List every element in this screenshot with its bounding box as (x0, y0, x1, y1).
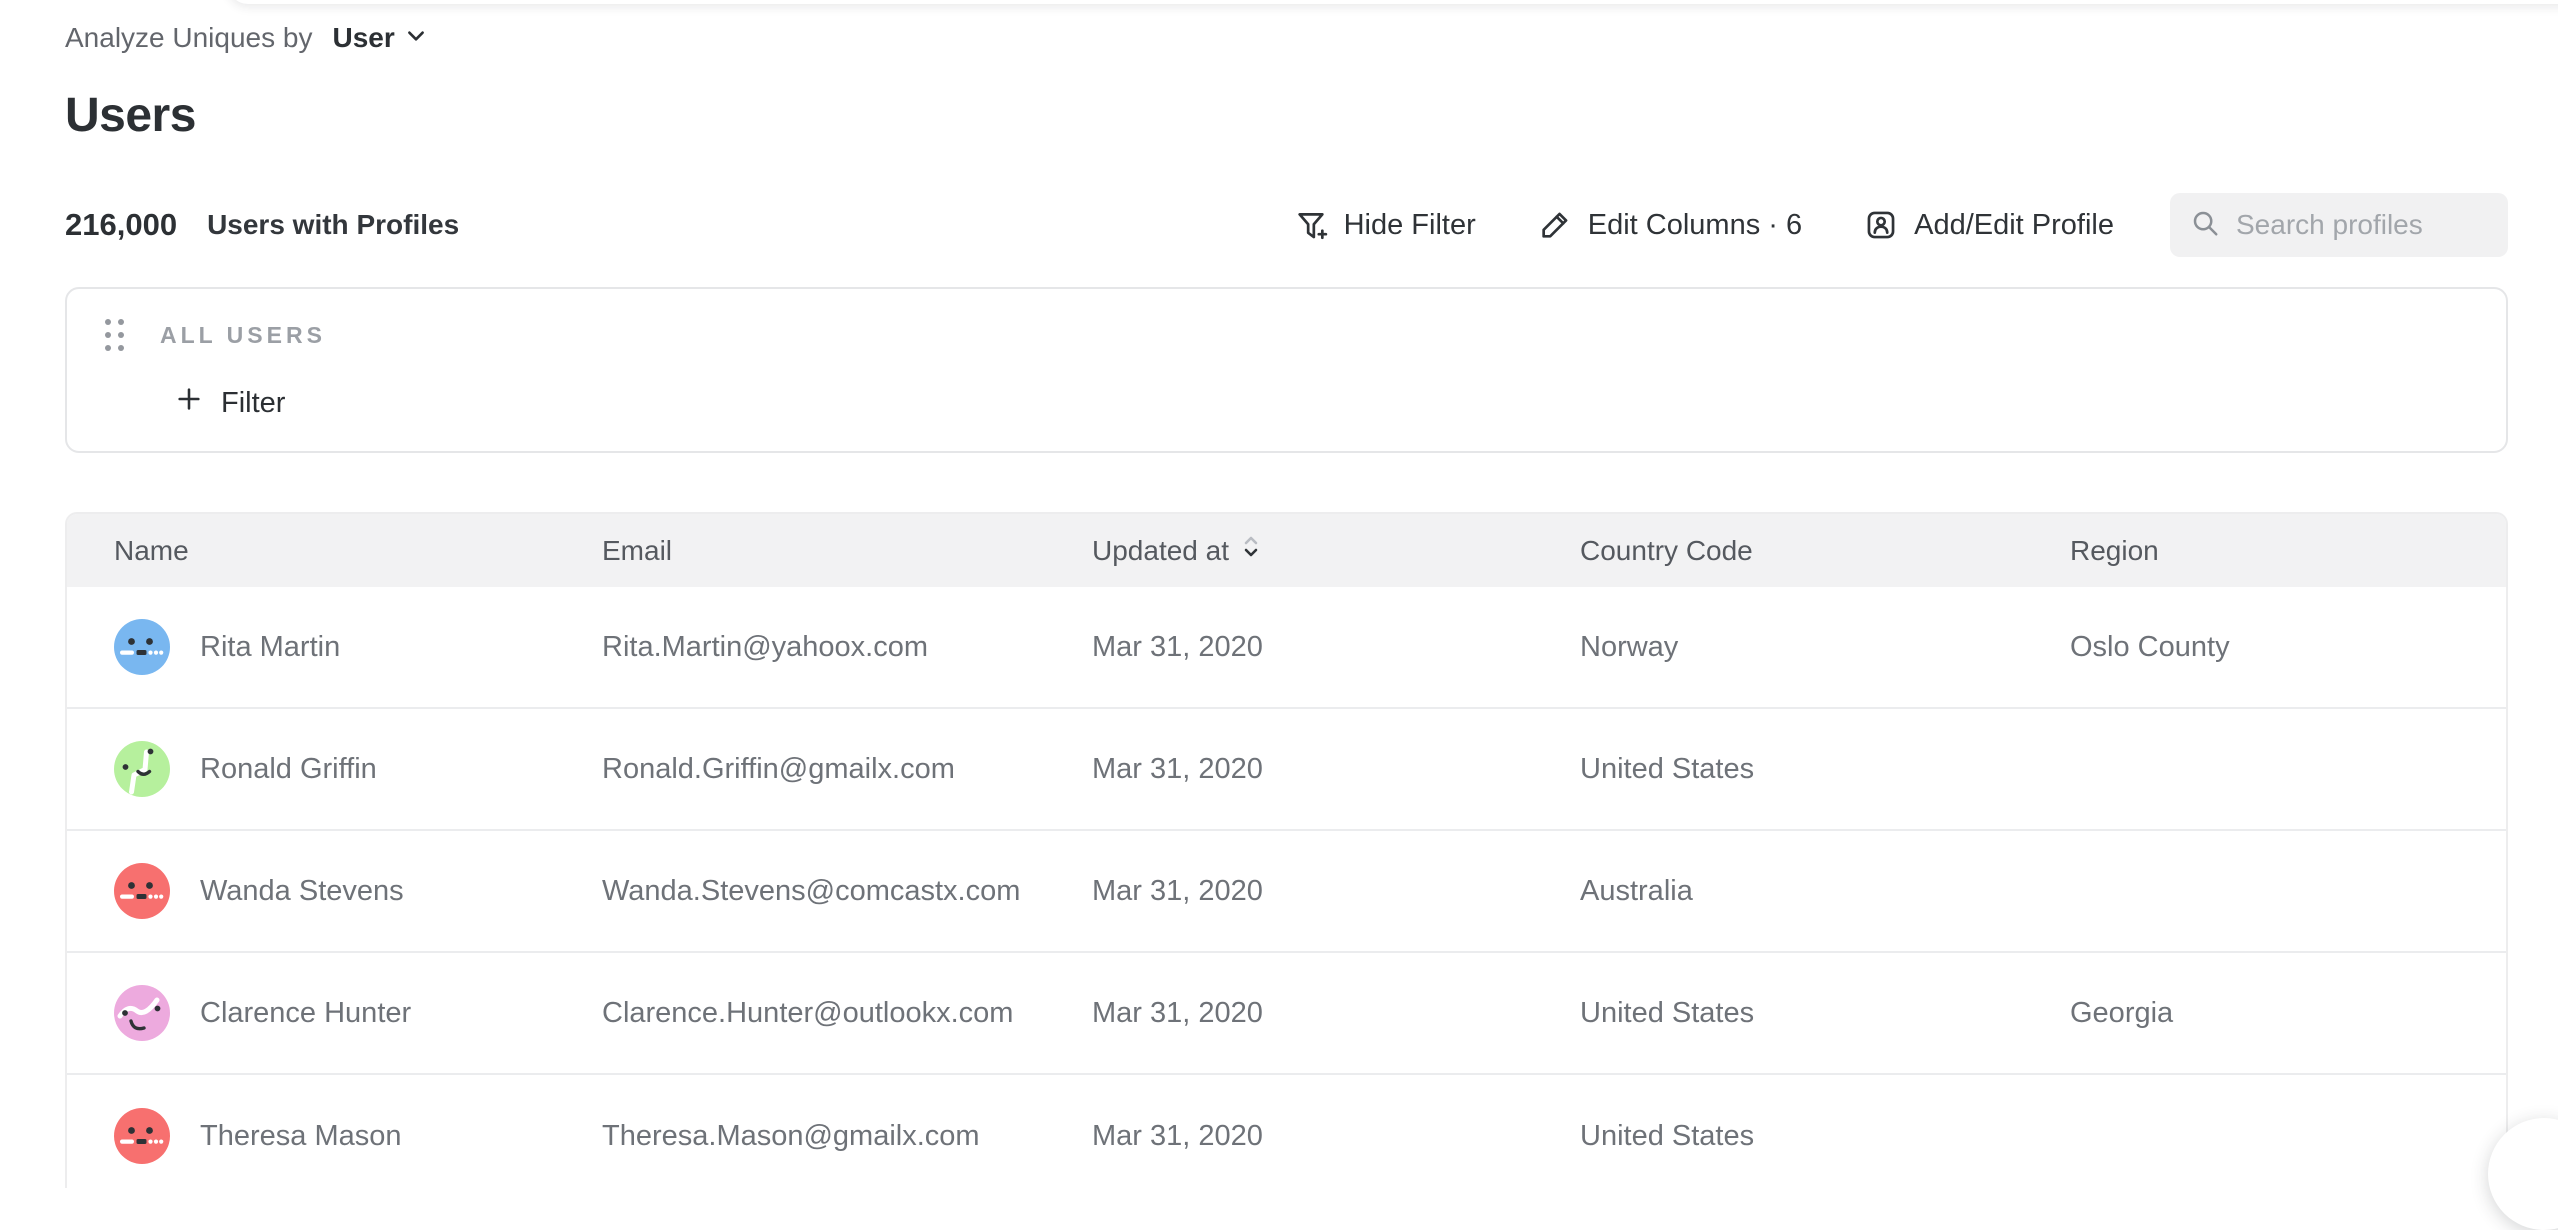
search-profiles-box[interactable] (2170, 193, 2508, 257)
user-avatar (114, 741, 170, 797)
table-header: Name Email Updated at Country Code Regio… (67, 514, 2506, 587)
cell-country-code: United States (1580, 997, 2070, 1030)
add-edit-profile-button[interactable]: Add/Edit Profile (1864, 208, 2114, 242)
cell-email: Ronald.Griffin@gmailx.com (602, 753, 1092, 786)
user-avatar (114, 863, 170, 919)
pencil-icon (1538, 208, 1572, 242)
table-row[interactable]: Ronald Griffin Ronald.Griffin@gmailx.com… (67, 709, 2506, 831)
users-page: Analyze Uniques by User Users 216,000 Us… (0, 0, 2558, 1184)
profiles-count-label: Users with Profiles (207, 209, 459, 241)
user-avatar (114, 1108, 170, 1164)
table-row[interactable]: Clarence Hunter Clarence.Hunter@outlookx… (67, 953, 2506, 1075)
page-title: Users (65, 88, 196, 143)
plus-icon (175, 385, 203, 421)
column-header-email[interactable]: Email (602, 535, 1092, 567)
cell-updated-at: Mar 31, 2020 (1092, 875, 1580, 908)
cell-name: Clarence Hunter (67, 985, 602, 1041)
users-table: Name Email Updated at Country Code Regio… (65, 512, 2508, 1188)
column-header-country-code[interactable]: Country Code (1580, 535, 2070, 567)
toolbar: Hide Filter Edit Columns · 6 (1232, 193, 2508, 257)
cell-name: Rita Martin (67, 619, 602, 675)
table-row[interactable]: Theresa Mason Theresa.Mason@gmailx.com M… (67, 1075, 2506, 1188)
cell-region: Oslo County (2070, 631, 2506, 664)
drag-handle-icon[interactable] (105, 319, 124, 351)
cell-name: Theresa Mason (67, 1108, 602, 1164)
cell-name-text: Ronald Griffin (200, 753, 377, 786)
add-filter-button[interactable]: Filter (175, 385, 285, 421)
cell-name: Wanda Stevens (67, 863, 602, 919)
hide-filter-label: Hide Filter (1344, 209, 1476, 242)
cell-region: Georgia (2070, 997, 2506, 1030)
table-row[interactable]: Wanda Stevens Wanda.Stevens@comcastx.com… (67, 831, 2506, 953)
user-avatar (114, 619, 170, 675)
cell-email: Theresa.Mason@gmailx.com (602, 1120, 1092, 1153)
search-profiles-input[interactable] (2236, 209, 2488, 241)
cell-email: Wanda.Stevens@comcastx.com (602, 875, 1092, 908)
analyze-uniques-value: User (332, 22, 394, 54)
cell-name-text: Clarence Hunter (200, 997, 411, 1030)
stats-toolbar-row: 216,000 Users with Profiles Hide Filter (65, 193, 2508, 257)
cell-country-code: Norway (1580, 631, 2070, 664)
column-header-region[interactable]: Region (2070, 535, 2506, 567)
filter-panel: ALL USERS Filter (65, 287, 2508, 453)
filter-funnel-icon (1294, 208, 1328, 242)
cell-name-text: Theresa Mason (200, 1120, 402, 1153)
analyze-uniques-row: Analyze Uniques by User (65, 22, 427, 54)
cell-updated-at: Mar 31, 2020 (1092, 997, 1580, 1030)
user-avatar (114, 985, 170, 1041)
cell-country-code: United States (1580, 1120, 2070, 1153)
column-header-name[interactable]: Name (67, 535, 602, 567)
table-body: Rita Martin Rita.Martin@yahoox.com Mar 3… (67, 587, 2506, 1188)
cell-country-code: Australia (1580, 875, 2070, 908)
search-icon (2190, 208, 2220, 243)
edit-columns-label: Edit Columns · 6 (1588, 209, 1802, 242)
cell-updated-at: Mar 31, 2020 (1092, 1120, 1580, 1153)
cell-name: Ronald Griffin (67, 741, 602, 797)
cell-name-text: Wanda Stevens (200, 875, 404, 908)
chevron-down-icon (405, 22, 427, 54)
add-edit-profile-label: Add/Edit Profile (1914, 209, 2114, 242)
cell-country-code: United States (1580, 753, 2070, 786)
analyze-uniques-label: Analyze Uniques by (65, 22, 312, 54)
table-row[interactable]: Rita Martin Rita.Martin@yahoox.com Mar 3… (67, 587, 2506, 709)
cell-email: Rita.Martin@yahoox.com (602, 631, 1092, 664)
profiles-count: 216,000 (65, 207, 177, 243)
filter-group-label: ALL USERS (160, 322, 326, 349)
cell-name-text: Rita Martin (200, 631, 340, 664)
edit-columns-button[interactable]: Edit Columns · 6 (1538, 208, 1802, 242)
analyze-uniques-dropdown[interactable]: User (332, 22, 426, 54)
cell-updated-at: Mar 31, 2020 (1092, 753, 1580, 786)
column-header-updated-at[interactable]: Updated at (1092, 534, 1580, 567)
profile-card-icon (1864, 208, 1898, 242)
sort-desc-icon[interactable] (1241, 534, 1261, 567)
hide-filter-button[interactable]: Hide Filter (1294, 208, 1476, 242)
cell-updated-at: Mar 31, 2020 (1092, 631, 1580, 664)
add-filter-label: Filter (221, 387, 285, 420)
cell-email: Clarence.Hunter@outlookx.com (602, 997, 1092, 1030)
